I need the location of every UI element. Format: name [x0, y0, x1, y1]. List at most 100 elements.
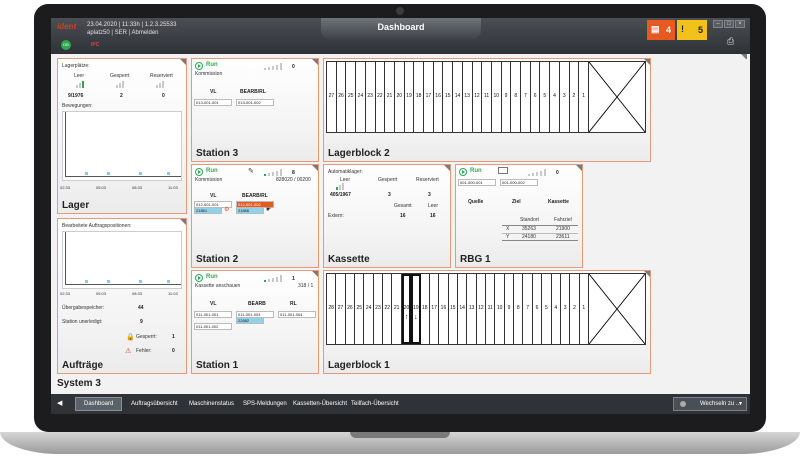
storage-slot[interactable]: 12 — [473, 62, 483, 132]
nav-auftragsuebersicht[interactable]: Auftragsübersicht — [131, 394, 178, 414]
station-2-panel[interactable]: Run ✎ Kommission 8 828020 / 00200 VL BEA… — [191, 164, 319, 268]
storage-slot[interactable]: 5 — [540, 62, 551, 132]
close-button[interactable]: × — [735, 20, 745, 28]
storage-slot[interactable]: 14 — [458, 274, 468, 344]
storage-slot[interactable]: 7 — [524, 274, 533, 344]
printer-icon[interactable]: ⎙ — [727, 36, 734, 47]
user-info[interactable]: aplatz50 | SER | Abmelden — [87, 30, 159, 36]
auftragspositionen-chart[interactable] — [62, 231, 182, 289]
storage-slot[interactable]: 9 — [502, 62, 512, 132]
storage-slot[interactable]: 28 — [327, 274, 337, 344]
storage-slot[interactable]: 4 — [550, 62, 560, 132]
storage-slot[interactable]: 2 — [570, 62, 580, 132]
error-alert-button[interactable]: ▤ 4 — [647, 20, 675, 40]
storage-slot[interactable]: 1 — [580, 274, 589, 344]
lagerblock-1-panel[interactable]: 28 27 26 25 24 23 22 21 20 ↑ 19 ↓ 18 17 16 15 14 13 12 11 10… — [323, 270, 651, 374]
vl-cell[interactable]: 013-001-001 — [194, 99, 232, 106]
station-1-panel[interactable]: Run Kassette anschauen 1 318 / 1 VL BEAR… — [191, 270, 319, 374]
storage-slot[interactable]: 18 — [421, 274, 430, 344]
storage-slot[interactable]: 15 — [443, 62, 454, 132]
storage-slot[interactable]: 7 — [521, 62, 531, 132]
storage-slot[interactable]: 18 — [414, 62, 425, 132]
kassette-panel[interactable]: Automatiklager: Leer Gesperrt Reserviert… — [323, 164, 451, 268]
storage-slot[interactable]: 26 — [337, 62, 347, 132]
storage-slot[interactable]: 12 — [477, 274, 487, 344]
nav-kassetten-uebersicht[interactable]: Kassetten-Übersicht — [293, 394, 347, 414]
resize-corner-icon[interactable] — [741, 54, 747, 60]
storage-slot[interactable]: 11 — [482, 62, 492, 132]
storage-slot[interactable]: 8 — [514, 274, 524, 344]
storage-slot[interactable]: 16 — [434, 62, 444, 132]
ipc-status-icon[interactable]: IPC — [91, 40, 99, 50]
storage-slot[interactable]: 13 — [467, 274, 477, 344]
storage-slot[interactable]: 23 — [366, 62, 376, 132]
storage-slot[interactable]: 6 — [533, 274, 543, 344]
maximize-button[interactable]: □ — [724, 20, 734, 28]
transfer-station-box[interactable] — [588, 273, 646, 345]
storage-slot[interactable]: 1 — [579, 62, 589, 132]
bearb-sub-cell[interactable]: 21866 — [236, 207, 264, 214]
storage-slot[interactable]: 17 — [430, 274, 440, 344]
lagerblock-2-panel[interactable]: 27 26 25 24 23 22 21 20 19 18 17 16 15 14 13 12 11 10 9 8 7 6… — [323, 58, 651, 162]
count-value: 1 — [292, 276, 295, 282]
storage-slot[interactable]: 17 — [424, 62, 434, 132]
storage-slot[interactable]: 15 — [449, 274, 458, 344]
storage-slot[interactable]: 8 — [511, 62, 522, 132]
bewegungen-chart[interactable] — [62, 111, 182, 181]
storage-slot[interactable]: 9 — [505, 274, 515, 344]
switch-dropdown[interactable]: Wechseln zu ... ▾ — [673, 397, 747, 411]
lager-panel[interactable]: Lagerplätze: Leer Gesperrt Reserviert 9/… — [57, 58, 187, 214]
lagerblock-2-grid[interactable]: 27 26 25 24 23 22 21 20 19 18 17 16 15 14 13 12 11 10 9 8 7 6… — [326, 61, 646, 133]
storage-slot[interactable]: 22 — [383, 274, 393, 344]
rl-cell[interactable]: 011-001-004 — [278, 311, 316, 318]
storage-slot[interactable]: 19 — [405, 62, 415, 132]
storage-slot[interactable]: 24 — [364, 274, 374, 344]
db-status-icon[interactable]: DB — [61, 40, 71, 50]
storage-slot[interactable]: 16 — [439, 274, 449, 344]
nav-maschinenstatus[interactable]: Maschinenstatus — [189, 394, 234, 414]
back-button[interactable]: ◀ — [57, 394, 62, 414]
storage-slot[interactable]: 24 — [356, 62, 366, 132]
storage-slot[interactable]: 25 — [355, 274, 365, 344]
storage-slot[interactable]: 10 — [492, 62, 502, 132]
vl-sub-cell[interactable]: 21861 — [194, 207, 222, 214]
rbg-1-panel[interactable]: Run 0 001-000-001 001-000-002 Quelle Zie… — [455, 164, 583, 268]
transfer-station-box[interactable] — [588, 61, 646, 133]
storage-slot[interactable]: 25 — [346, 62, 357, 132]
storage-slot[interactable]: 3 — [561, 274, 571, 344]
nav-dashboard[interactable]: Dashboard — [75, 397, 123, 411]
storage-slot[interactable]: 14 — [453, 62, 463, 132]
storage-slot[interactable]: 19 ↓ — [411, 274, 421, 344]
vl-cell[interactable]: 011-001-001 — [194, 311, 232, 318]
storage-slot[interactable]: 2 — [570, 274, 580, 344]
auftraege-panel[interactable]: Bearbeitete Auftragspositionen: 02:33 05… — [57, 218, 187, 374]
storage-slot[interactable]: 13 — [463, 62, 473, 132]
nav-sps-meldungen[interactable]: SPS-Meldungen — [243, 394, 287, 414]
storage-slot[interactable]: 10 — [495, 274, 505, 344]
rbg-cell-2[interactable]: 001-000-002 — [500, 179, 538, 186]
fehler-value: 0 — [172, 348, 175, 354]
vl-cell[interactable]: 011-001-002 — [194, 323, 232, 330]
bearb-sub-cell[interactable]: 22882 — [236, 317, 264, 324]
storage-slot[interactable]: 22 — [376, 62, 386, 132]
storage-slot[interactable]: 20 — [395, 62, 405, 132]
storage-slot[interactable]: 26 — [346, 274, 356, 344]
lagerblock-1-grid[interactable]: 28 27 26 25 24 23 22 21 20 ↑ 19 ↓ 18 17 16 15 14 13 12 11 10… — [326, 273, 646, 345]
rbg-cell-1[interactable]: 001-000-001 — [458, 179, 496, 186]
warning-alert-button[interactable]: ! 5 — [677, 20, 707, 40]
bearb-cell[interactable]: 013-001-002 — [236, 99, 274, 106]
storage-slot[interactable]: 27 — [327, 62, 337, 132]
storage-slot[interactable]: 21 — [393, 274, 402, 344]
storage-slot[interactable]: 21 — [385, 62, 395, 132]
station-3-panel[interactable]: Run Kommission 0 VL BEARB/RL 013-001-001… — [191, 58, 319, 162]
storage-slot[interactable]: 23 — [374, 274, 384, 344]
minimize-button[interactable]: – — [713, 20, 723, 28]
storage-slot[interactable]: 11 — [486, 274, 496, 344]
storage-slot[interactable]: 5 — [542, 274, 552, 344]
storage-slot[interactable]: 6 — [531, 62, 541, 132]
storage-slot[interactable]: 4 — [552, 274, 561, 344]
storage-slot[interactable]: 27 — [336, 274, 346, 344]
nav-teilfach-uebersicht[interactable]: Teilfach-Übersicht — [351, 394, 399, 414]
storage-slot[interactable]: 20 ↑ — [401, 274, 412, 344]
storage-slot[interactable]: 3 — [560, 62, 570, 132]
